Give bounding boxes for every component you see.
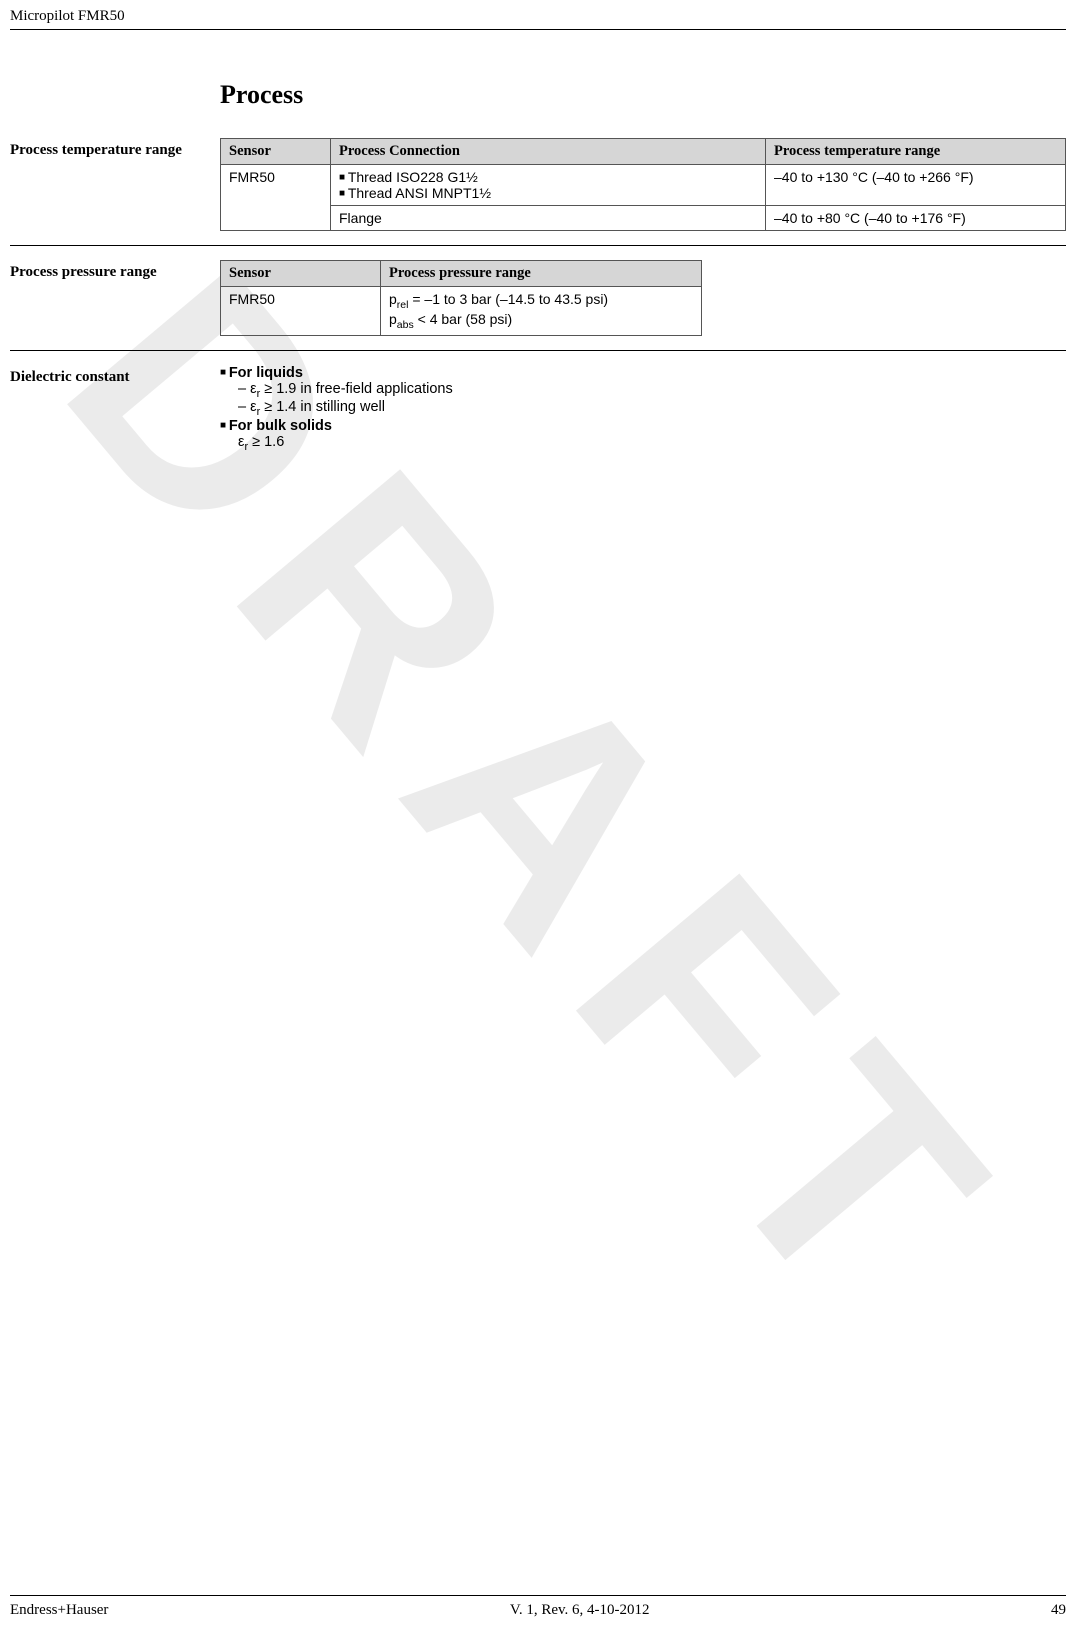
cell-connection: Thread ISO228 G1½ Thread ANSI MNPT1½ (331, 165, 766, 206)
txt: < 4 bar (58 psi) (414, 311, 512, 327)
txt: p (389, 291, 397, 307)
label-liquids: For liquids (229, 365, 303, 381)
sidehead-temperature: Process temperature range (10, 138, 220, 159)
table-row: Flange –40 to +80 °C (–40 to +176 °F) (221, 206, 1066, 231)
conn-text: Thread ISO228 G1½ (348, 169, 478, 185)
page-footer: Endress+Hauser V. 1, Rev. 6, 4-10-2012 4… (10, 1595, 1066, 1619)
footer-right: 49 (1051, 1602, 1066, 1619)
section-rule (10, 350, 1066, 351)
section-rule (10, 245, 1066, 246)
page-header: Micropilot FMR50 (10, 8, 1066, 30)
cell-range: –40 to +80 °C (–40 to +176 °F) (766, 206, 1066, 231)
list-item: Thread ANSI MNPT1½ (339, 185, 757, 201)
table-temperature: Sensor Process Connection Process temper… (220, 138, 1066, 231)
txt: p (389, 311, 397, 327)
th-range: Process temperature range (766, 139, 1066, 165)
solids-value: εr ≥ 1.6 (220, 434, 1066, 453)
txt: = –1 to 3 bar (–14.5 to 43.5 psi) (408, 291, 608, 307)
th-sensor: Sensor (221, 139, 331, 165)
row-dielectric: Dielectric constant For liquids εr ≥ 1.9… (10, 365, 1066, 454)
table-row: FMR50 Thread ISO228 G1½ Thread ANSI MNPT… (221, 165, 1066, 206)
table-row: Sensor Process pressure range (221, 261, 702, 287)
txt: ≥ 1.9 in free-field applications (260, 381, 453, 397)
footer-center: V. 1, Rev. 6, 4-10-2012 (510, 1602, 650, 1619)
header-product: Micropilot FMR50 (10, 8, 125, 24)
list-item: εr ≥ 1.4 in stilling well (238, 399, 1066, 418)
sidehead-dielectric: Dielectric constant (10, 365, 220, 386)
section-title: Process (220, 80, 1066, 110)
footer-left: Endress+Hauser (10, 1602, 108, 1619)
th-connection: Process Connection (331, 139, 766, 165)
content-area: Process Process temperature range Sensor… (10, 80, 1066, 461)
list-item: Thread ISO228 G1½ (339, 169, 757, 185)
conn-text: Thread ANSI MNPT1½ (348, 185, 491, 201)
txt: ≥ 1.6 (248, 434, 284, 450)
sub: rel (397, 299, 409, 311)
list-item: εr ≥ 1.9 in free-field applications (238, 381, 1066, 400)
th-sensor: Sensor (221, 261, 381, 287)
cell-connection: Flange (331, 206, 766, 231)
cell-range: –40 to +130 °C (–40 to +266 °F) (766, 165, 1066, 206)
row-pressure: Process pressure range Sensor Process pr… (10, 260, 1066, 336)
footer-rule (10, 1595, 1066, 1596)
header-rule (10, 29, 1066, 30)
table-pressure: Sensor Process pressure range FMR50 prel… (220, 260, 702, 336)
th-range: Process pressure range (381, 261, 702, 287)
sidehead-pressure: Process pressure range (10, 260, 220, 281)
sub: abs (397, 319, 414, 331)
list-item: For liquids (220, 365, 1066, 381)
cell-sensor: FMR50 (221, 165, 331, 231)
label-solids: For bulk solids (229, 418, 332, 434)
row-temperature: Process temperature range Sensor Process… (10, 138, 1066, 231)
cell-sensor: FMR50 (221, 287, 381, 336)
cell-range: prel = –1 to 3 bar (–14.5 to 43.5 psi) p… (381, 287, 702, 336)
txt: ≥ 1.4 in stilling well (260, 399, 385, 415)
table-row: FMR50 prel = –1 to 3 bar (–14.5 to 43.5 … (221, 287, 702, 336)
list-item: For bulk solids (220, 418, 1066, 434)
table-row: Sensor Process Connection Process temper… (221, 139, 1066, 165)
